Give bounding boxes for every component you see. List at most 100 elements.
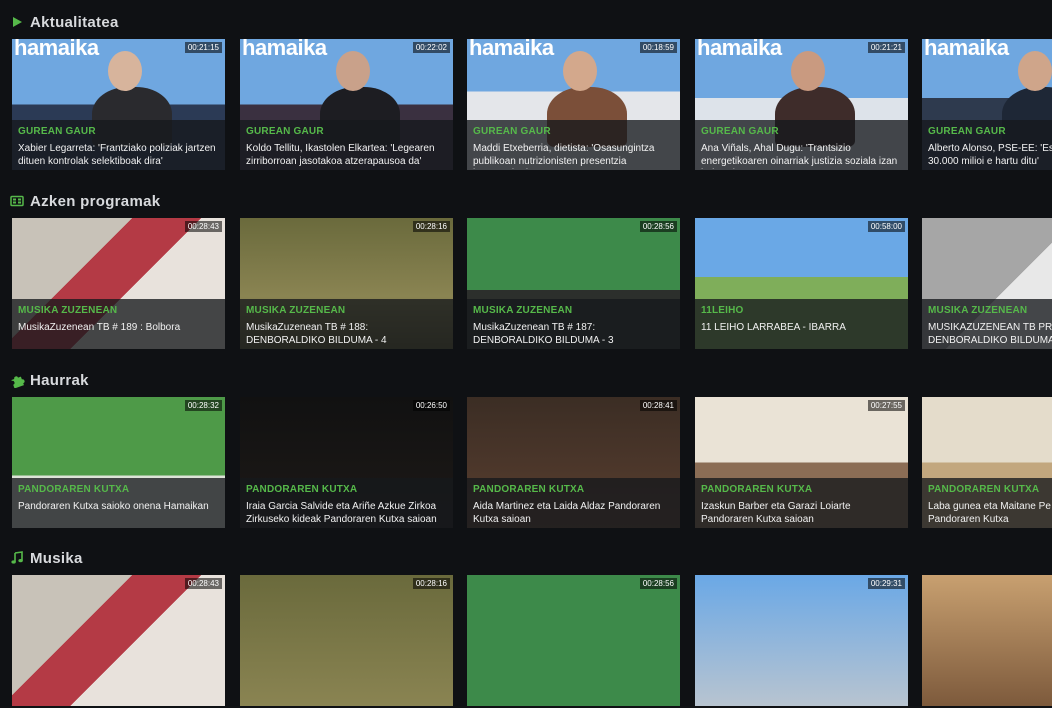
presenter-head: [336, 51, 370, 91]
section-0: Aktualitatea hamaika 00:21:15 GUREAN GAUR Xa…: [0, 12, 1052, 172]
video-title: Xabier Legarreta: 'Frantziako poliziak j…: [18, 143, 216, 167]
card-caption: PANDORAREN KUTXA Iraia Garcia Salvide eta…: [240, 478, 453, 528]
card-caption: GUREAN GAUR Xabier Legarreta: 'Frantziako…: [12, 120, 225, 170]
program-category: PANDORAREN KUTXA: [246, 484, 358, 495]
section-header[interactable]: Azken programak: [10, 191, 160, 211]
program-category: GUREAN GAUR: [473, 126, 551, 137]
video-title: 11 LEIHO LARRABEA - IBARRA: [701, 322, 846, 333]
video-card[interactable]: 00:28:16 MUSIKA ZUZENEAN MusikaZuzenean TB…: [240, 218, 453, 349]
puzzle-icon: [10, 373, 25, 389]
card-caption: 11LEIHO 11 LEIHO LARRABEA - IBARRA: [695, 299, 908, 349]
presenter-head: [563, 51, 597, 91]
carousel-row[interactable]: 00:28:43 MUSIKA ZUZENEAN MusikaZuzenean TB…: [12, 218, 1052, 349]
card-caption: PANDORAREN KUTXA Pandoraren Kutxa saioko …: [12, 478, 225, 528]
music-note-icon: [10, 551, 24, 565]
card-caption: PANDORAREN KUTXA Aida Martinez eta Laida …: [467, 478, 680, 528]
video-card[interactable]: 00:28:16: [240, 575, 453, 706]
video-card[interactable]: hamaika GUREAN GAUR Alberto Alonso, PSE-EE…: [922, 39, 1052, 170]
program-category: GUREAN GAUR: [701, 126, 779, 137]
section-2: Haurrak 00:28:32 PANDORAREN KUTXA Pandorare…: [0, 370, 1052, 530]
video-card[interactable]: MUSIKA ZUZENEAN MUSIKAZUZENEAN TB PRO DEN…: [922, 218, 1052, 349]
video-title: MusikaZuzenean TB # 188: DENBORALDIKO BI…: [246, 322, 387, 346]
carousel-row[interactable]: 00:28:43 00:28:16 00:28:56 00:29:31: [12, 575, 1052, 706]
section-title: Musika: [30, 549, 83, 567]
duration-badge: 00:58:00: [867, 221, 905, 232]
video-title: Laba gunea eta Maitane Pe aktorea Pandor…: [928, 501, 1052, 525]
card-caption: PANDORAREN KUTXA Laba gunea eta Maitane P…: [922, 478, 1052, 528]
section-title: Aktualitatea: [30, 13, 119, 31]
video-title: Maddi Etxeberria, dietista: 'Osasungintz…: [473, 143, 655, 169]
duration-badge: 00:28:43: [184, 221, 222, 232]
section-header[interactable]: Haurrak: [10, 370, 89, 390]
duration-badge: 00:26:50: [412, 400, 450, 411]
section-title: Azken programak: [30, 192, 161, 210]
video-thumbnail: [12, 575, 225, 706]
duration-badge: 00:28:43: [184, 578, 222, 589]
program-category: PANDORAREN KUTXA: [928, 484, 1040, 495]
card-caption: MUSIKA ZUZENEAN MusikaZuzenean TB # 188: …: [240, 299, 453, 349]
section-header[interactable]: Aktualitatea: [10, 12, 119, 32]
program-category: PANDORAREN KUTXA: [473, 484, 585, 495]
hamaika-logo: hamaika: [469, 39, 554, 60]
hamaika-logo: hamaika: [242, 39, 327, 60]
video-card[interactable]: hamaika 00:21:21 GUREAN GAUR Ana Viñals, Ah…: [695, 39, 908, 170]
duration-badge: 00:27:55: [867, 400, 905, 411]
card-caption: GUREAN GAUR Ana Viñals, Ahal Dugu: 'Trant…: [695, 120, 908, 170]
video-card[interactable]: 00:27:55 PANDORAREN KUTXA Izaskun Barber e…: [695, 397, 908, 528]
duration-badge: 00:28:56: [639, 578, 677, 589]
video-card[interactable]: PANDORAREN KUTXA Laba gunea eta Maitane P…: [922, 397, 1052, 528]
card-caption: GUREAN GAUR Koldo Tellitu, Ikastolen Elka…: [240, 120, 453, 170]
card-caption: PANDORAREN KUTXA Izaskun Barber eta Garaz…: [695, 478, 908, 528]
video-card[interactable]: 00:58:00 11LEIHO 11 LEIHO LARRABEA - IBARR…: [695, 218, 908, 349]
carousel-row[interactable]: 00:28:32 PANDORAREN KUTXA Pandoraren Kutxa…: [12, 397, 1052, 528]
video-title: Iraia Garcia Salvide eta Ariñe Azkue Zir…: [246, 501, 437, 525]
video-card[interactable]: 00:28:56: [467, 575, 680, 706]
program-category: MUSIKA ZUZENEAN: [473, 305, 573, 316]
video-title: MusikaZuzenean TB # 189 : Bolbora: [18, 322, 181, 333]
program-category: GUREAN GAUR: [928, 126, 1006, 137]
program-category: PANDORAREN KUTXA: [701, 484, 813, 495]
video-thumbnail: [695, 575, 908, 706]
program-category: GUREAN GAUR: [246, 126, 324, 137]
video-card[interactable]: 00:28:41 PANDORAREN KUTXA Aida Martinez et…: [467, 397, 680, 528]
hamaika-logo: hamaika: [14, 39, 99, 60]
hamaika-logo: hamaika: [697, 39, 782, 60]
duration-badge: 00:28:56: [639, 221, 677, 232]
video-card[interactable]: 00:28:43: [12, 575, 225, 706]
duration-badge: 00:18:59: [639, 42, 677, 53]
carousel-row[interactable]: hamaika 00:21:15 GUREAN GAUR Xabier Legarre…: [12, 39, 1052, 170]
presenter-head: [1018, 51, 1052, 91]
presenter-head: [108, 51, 142, 91]
video-thumbnail: [467, 575, 680, 706]
duration-badge: 00:28:41: [639, 400, 677, 411]
section-1: Azken programak 00:28:43 MUSIKA ZUZENEAN Mu…: [0, 191, 1052, 351]
video-title: Ana Viñals, Ahal Dugu: 'Trantsizio energ…: [701, 143, 898, 169]
video-card[interactable]: [922, 575, 1052, 706]
video-card[interactable]: 00:28:32 PANDORAREN KUTXA Pandoraren Kutxa…: [12, 397, 225, 528]
video-card[interactable]: 00:29:31: [695, 575, 908, 706]
section-header[interactable]: Musika: [10, 548, 83, 568]
section-3: Musika 00:28:43 00:28:16 00:28:56 00:29:31: [0, 548, 1052, 708]
card-caption: GUREAN GAUR Maddi Etxeberria, dietista: '…: [467, 120, 680, 170]
video-card[interactable]: hamaika 00:22:02 GUREAN GAUR Koldo Tellitu,…: [240, 39, 453, 170]
video-title: Koldo Tellitu, Ikastolen Elkartea: 'Lege…: [246, 143, 435, 167]
program-category: GUREAN GAUR: [18, 126, 96, 137]
presenter-head: [791, 51, 825, 91]
video-title: MusikaZuzenean TB # 187: DENBORALDIKO BI…: [473, 322, 614, 346]
video-card[interactable]: hamaika 00:21:15 GUREAN GAUR Xabier Legarre…: [12, 39, 225, 170]
program-category: MUSIKA ZUZENEAN: [928, 305, 1028, 316]
duration-badge: 00:28:16: [412, 221, 450, 232]
video-card[interactable]: 00:28:56 MUSIKA ZUZENEAN MusikaZuzenean TB…: [467, 218, 680, 349]
video-card[interactable]: 00:26:50 PANDORAREN KUTXA Iraia Garcia Sal…: [240, 397, 453, 528]
section-title: Haurrak: [30, 371, 89, 389]
video-card[interactable]: 00:28:43 MUSIKA ZUZENEAN MusikaZuzenean TB…: [12, 218, 225, 349]
duration-badge: 00:29:31: [867, 578, 905, 589]
card-caption: MUSIKA ZUZENEAN MUSIKAZUZENEAN TB PRO DEN…: [922, 299, 1052, 349]
video-title: Alberto Alonso, PSE-EE: 'Es Gobernuak 30…: [928, 143, 1052, 167]
program-category: MUSIKA ZUZENEAN: [18, 305, 118, 316]
video-title: Izaskun Barber eta Garazi Loiarte Pandor…: [701, 501, 851, 525]
card-caption: GUREAN GAUR Alberto Alonso, PSE-EE: 'Es G…: [922, 120, 1052, 170]
video-title: Aida Martinez eta Laida Aldaz Pandoraren…: [473, 501, 661, 525]
video-card[interactable]: hamaika 00:18:59 GUREAN GAUR Maddi Etxeberr…: [467, 39, 680, 170]
duration-badge: 00:22:02: [412, 42, 450, 53]
